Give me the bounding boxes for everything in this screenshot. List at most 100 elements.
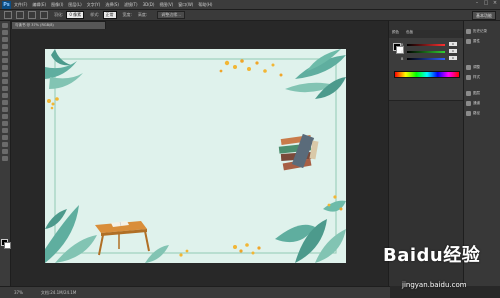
document-info: 文档:24.1M/24.1M [40,289,77,295]
panel-label: 通道 [473,100,480,105]
panel-label: 样式 [473,74,480,79]
zoom-tool-icon[interactable] [2,156,8,161]
color-panel-tabs: 颜色 色板 [389,30,463,38]
slider-red[interactable]: R 0 [401,42,459,47]
move-tool-icon[interactable] [2,23,8,28]
type-tool-icon[interactable] [2,128,8,133]
adjustments-icon [466,64,471,70]
tab-color[interactable]: 颜色 [392,30,399,34]
add-selection-icon[interactable] [28,11,36,19]
menu-view[interactable]: 视图(V) [159,2,173,8]
options-bar: 羽化: 0 像素 样式: 正常 宽度: 高度: 调整边缘... [0,10,500,21]
feather-label: 羽化: [54,12,64,17]
maximize-icon[interactable]: □ [483,0,489,7]
workspace-switcher[interactable]: 基本功能 [472,11,496,20]
panel-channels[interactable]: 通道 [466,99,500,107]
color-spectrum[interactable] [394,71,460,78]
panel-paths[interactable]: 路径 [466,109,500,117]
style-select[interactable]: 正常 [102,11,117,19]
green-value[interactable]: 0 [449,49,457,53]
background-color-swatch[interactable] [4,242,11,249]
slider-label: B [401,57,404,61]
panel-styles[interactable]: 样式 [466,73,500,81]
layers-icon [466,90,471,96]
feather-input[interactable]: 0 像素 [66,11,85,19]
properties-icon [466,38,471,44]
new-selection-icon[interactable] [16,11,24,19]
shape-tool-icon[interactable] [2,142,8,147]
close-icon[interactable]: × [492,0,498,7]
marquee-tool-icon[interactable] [2,30,8,35]
tab-swatches[interactable]: 色板 [406,30,413,34]
path-select-tool-icon[interactable] [2,135,8,140]
blur-tool-icon[interactable] [2,107,8,112]
panel-label: 历史记录 [473,28,487,33]
books-illustration [278,133,319,171]
minimize-icon[interactable]: – [474,0,480,7]
width-label: 宽度: [122,12,132,17]
style-label: 样式: [90,12,100,17]
height-label: 高度: [137,12,148,17]
slider-label: R [401,43,404,47]
menu-help[interactable]: 帮助(H) [198,2,212,8]
slider-blue[interactable]: B 0 [401,56,459,61]
table-illustration [95,221,150,256]
slider-green[interactable]: G 0 [401,49,459,54]
menu-edit[interactable]: 编辑(E) [32,2,46,8]
healing-tool-icon[interactable] [2,65,8,70]
refine-edge-button[interactable]: 调整边缘... [157,11,186,19]
menu-3d[interactable]: 3D(D) [143,2,155,7]
magic-wand-tool-icon[interactable] [2,44,8,49]
panel-label: 调整 [473,64,480,69]
menu-window[interactable]: 窗口(W) [178,2,193,8]
eraser-tool-icon[interactable] [2,93,8,98]
gradient-tool-icon[interactable] [2,100,8,105]
panel-properties[interactable]: 属性 [466,37,500,45]
toolbox [0,21,11,286]
stamp-tool-icon[interactable] [2,79,8,84]
window-controls: – □ × [474,0,498,7]
leaves-top-right [219,49,346,99]
dodge-tool-icon[interactable] [2,114,8,119]
red-value[interactable]: 0 [449,42,457,46]
crop-tool-icon[interactable] [2,51,8,56]
menu-image[interactable]: 图像(I) [51,2,63,8]
panel-label: 属性 [473,38,480,43]
menu-select[interactable]: 选择(S) [105,2,119,8]
color-panel: 颜色 色板 R 0 G 0 B 0 [389,30,463,101]
subtract-selection-icon[interactable] [40,11,48,19]
panel-history[interactable]: 历史记录 [466,27,500,35]
panel-adjustments[interactable]: 调整 [466,63,500,71]
eyedropper-tool-icon[interactable] [2,58,8,63]
brush-tool-icon[interactable] [2,72,8,77]
hand-tool-icon[interactable] [2,149,8,154]
slider-track-green[interactable] [407,51,445,53]
baidu-watermark-url: jingyan.baidu.com [402,281,467,289]
slider-label: G [401,50,404,54]
channels-icon [466,100,471,106]
panel-layers[interactable]: 图层 [466,89,500,97]
slider-track-red[interactable] [407,44,445,46]
photoshop-logo: Ps [2,0,11,9]
blue-value[interactable]: 0 [449,56,457,60]
baidu-watermark-logo: Baidu经验 [383,245,481,266]
leaves-top-left [45,49,83,110]
menu-file[interactable]: 文件(F) [14,2,27,8]
marquee-tool-icon[interactable] [4,11,12,19]
paths-icon [466,110,471,116]
leaves-bottom-left [45,205,97,263]
zoom-level[interactable]: 37% [14,290,23,295]
pen-tool-icon[interactable] [2,121,8,126]
history-brush-tool-icon[interactable] [2,86,8,91]
styles-icon [466,74,471,80]
slider-track-blue[interactable] [407,58,445,60]
menu-layer[interactable]: 图层(L) [68,2,81,8]
menu-type[interactable]: 文字(Y) [87,2,101,8]
panel-label: 图层 [473,90,480,95]
lasso-tool-icon[interactable] [2,37,8,42]
menu-bar: Ps 文件(F) 编辑(E) 图像(I) 图层(L) 文字(Y) 选择(S) 滤… [0,0,500,10]
history-icon [466,28,471,34]
document-canvas[interactable] [45,49,346,263]
menu-filter[interactable]: 滤镜(T) [124,2,138,8]
status-bar: 37% 文档:24.1M/24.1M [0,286,390,298]
